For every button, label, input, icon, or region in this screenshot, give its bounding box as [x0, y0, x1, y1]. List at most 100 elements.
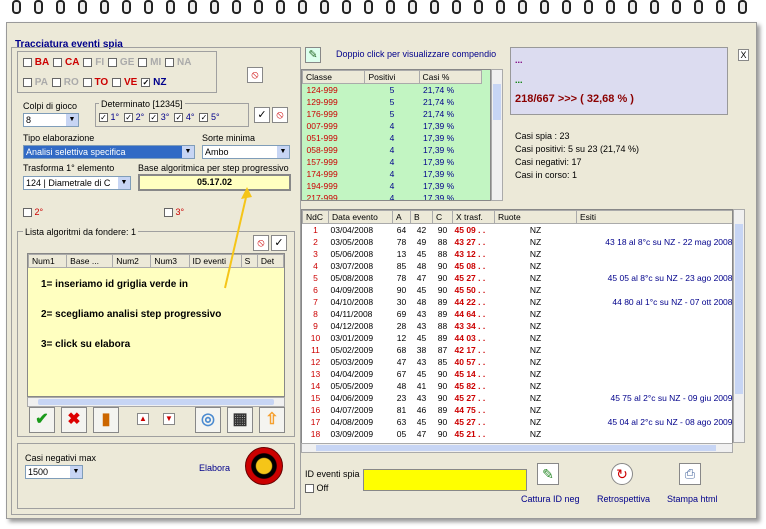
table-row[interactable]: 15 04/06/2009 23 43 90 45 27 . . NZ 45 75 al 2°… — [303, 392, 732, 404]
table-row[interactable]: 007-999 4 17,39 % — [303, 120, 482, 132]
column-header[interactable]: Num1 — [28, 254, 68, 268]
determinato-checkbox[interactable]: ✓ — [149, 113, 159, 123]
wheel-option[interactable]: TO — [82, 77, 108, 88]
determinato-option[interactable]: ✓ 1° — [99, 112, 119, 123]
table-row[interactable]: 157-999 4 17,39 % — [303, 156, 482, 168]
pencil-icon[interactable]: ✎ — [537, 463, 559, 485]
second-option[interactable]: 2° — [23, 207, 43, 218]
wheel-checkbox[interactable] — [23, 57, 32, 67]
table-row[interactable]: 18 03/09/2009 05 47 90 45 21 . . NZ — [303, 428, 733, 440]
determinato-option[interactable]: ✓ 5° — [199, 112, 220, 123]
down-small-button[interactable]: ▼ — [163, 413, 175, 425]
events-hscroll[interactable] — [301, 443, 733, 453]
up-small-button[interactable]: ▲ — [137, 413, 149, 425]
id-spia-input[interactable] — [363, 469, 527, 491]
retro-icon[interactable]: ↻ — [611, 463, 633, 485]
third-checkbox[interactable] — [164, 208, 173, 218]
scroll-thumb[interactable] — [38, 399, 274, 405]
up-arrow-button[interactable]: ⇧ — [259, 407, 285, 433]
table-row[interactable]: 194-999 4 17,39 % — [303, 180, 482, 192]
determinato-checkbox[interactable]: ✓ — [99, 113, 108, 123]
lista-scrollbar[interactable] — [27, 397, 285, 407]
table-row[interactable]: 3 05/06/2008 13 45 88 43 12 . . NZ — [303, 248, 733, 260]
clear-wheels-button[interactable]: ⦸ — [247, 67, 263, 83]
table-row[interactable]: 2 03/05/2008 78 49 88 43 27 . . NZ 43 18 al 8°c… — [303, 236, 732, 248]
off-checkbox[interactable] — [305, 484, 314, 494]
determinato-option[interactable]: ✓ 3° — [149, 112, 169, 123]
wheel-checkbox[interactable] — [53, 57, 63, 67]
base-alg-field[interactable]: 05.17.02 — [138, 174, 291, 191]
table-row[interactable]: 13 04/04/2009 67 45 90 45 14 . . NZ — [303, 368, 733, 380]
wheel-option[interactable]: GE — [108, 57, 134, 68]
wheel-option[interactable]: BA — [23, 57, 49, 68]
table-row[interactable]: 11 05/02/2009 68 38 87 42 17 . . NZ — [303, 344, 733, 356]
column-header[interactable]: Num3 — [150, 254, 190, 268]
table-row[interactable]: 5 05/08/2008 78 47 90 45 27 . . NZ 45 05 al 8°c… — [303, 272, 732, 284]
wheel-option[interactable]: VE — [112, 77, 137, 88]
column-header[interactable]: Base ... — [66, 254, 114, 268]
clear-determinato-button[interactable]: ⦸ — [272, 107, 288, 123]
check-all-button[interactable]: ✓ — [254, 107, 270, 123]
events-vscroll[interactable] — [733, 209, 745, 443]
close-button[interactable]: X — [738, 49, 749, 61]
wheel-checkbox[interactable] — [165, 57, 175, 67]
cattura-label[interactable]: Cattura ID neg — [521, 494, 580, 504]
column-header[interactable]: Esiti — [576, 210, 732, 224]
column-header[interactable]: X trasf. — [452, 210, 495, 224]
table-row[interactable]: 12 05/03/2009 47 43 85 40 57 . . NZ — [303, 356, 733, 368]
colpi-select[interactable]: 8 ▼ — [23, 113, 79, 127]
confirm-button[interactable]: ✔ — [29, 407, 55, 433]
table-row[interactable]: 14 05/05/2009 48 41 90 45 82 . . NZ — [303, 380, 733, 392]
column-header[interactable]: Casi % — [418, 70, 483, 84]
wheel-option[interactable]: NA — [165, 57, 192, 68]
tipo-select[interactable]: Analisi selettiva specifica ▼ — [23, 145, 195, 159]
table-row[interactable]: 16 04/07/2009 81 46 89 44 75 . . NZ — [303, 404, 733, 416]
wheel-option[interactable]: ✓ NZ — [141, 77, 166, 88]
compendio-icon[interactable]: ✎ — [305, 47, 321, 63]
printer-icon[interactable]: ⎙ — [679, 463, 701, 485]
wheel-checkbox[interactable] — [112, 77, 122, 87]
table-row[interactable]: 174-999 4 17,39 % — [303, 168, 482, 180]
column-header[interactable]: Positivi — [364, 70, 420, 84]
column-header[interactable]: Num2 — [112, 254, 152, 268]
determinato-option[interactable]: ✓ 4° — [174, 112, 194, 123]
scroll-thumb[interactable] — [493, 84, 501, 120]
column-header[interactable]: A — [392, 210, 411, 224]
table-row[interactable]: 10 03/01/2009 12 45 89 44 03 . . NZ — [303, 332, 733, 344]
classe-scrollbar[interactable] — [491, 69, 503, 201]
table-row[interactable]: 4 03/07/2008 85 48 90 45 08 . . NZ — [303, 260, 733, 272]
table-row[interactable]: 217-999 4 17,39 % — [303, 192, 482, 201]
confirm-list-button[interactable]: ✓ — [271, 235, 287, 251]
table-row[interactable]: 058-999 4 17,39 % — [303, 144, 482, 156]
scroll-thumb[interactable] — [316, 445, 716, 451]
elabora-button[interactable] — [245, 447, 283, 485]
wheel-option[interactable]: MI — [138, 57, 161, 68]
third-option[interactable]: 3° — [164, 207, 184, 218]
table-row[interactable]: 051-999 4 17,39 % — [303, 132, 482, 144]
table-row[interactable]: 1 03/04/2008 64 42 90 45 09 . . NZ — [303, 224, 733, 236]
wheel-checkbox[interactable] — [51, 77, 61, 87]
column-header[interactable]: Data evento — [328, 210, 393, 224]
wheel-option[interactable]: RO — [51, 77, 79, 88]
sorte-select[interactable]: Ambo ▼ — [202, 145, 290, 159]
casi-neg-select[interactable]: 1500 ▼ — [25, 465, 83, 479]
retrospettiva-label[interactable]: Retrospettiva — [597, 494, 650, 504]
table-row[interactable]: 9 04/12/2008 28 43 88 43 34 . . NZ — [303, 320, 733, 332]
determinato-checkbox[interactable]: ✓ — [174, 113, 184, 123]
scroll-thumb[interactable] — [735, 224, 743, 394]
table-row[interactable]: 17 04/08/2009 63 45 90 45 27 . . NZ 45 04 al 2°… — [303, 416, 732, 428]
save-button[interactable]: ▦ — [227, 407, 253, 433]
table-row[interactable]: 6 04/09/2008 90 45 90 45 50 . . NZ — [303, 284, 733, 296]
bucket-button[interactable]: ▮ — [93, 407, 119, 433]
column-header[interactable]: Ruote — [494, 210, 577, 224]
wheel-checkbox[interactable]: ✓ — [141, 77, 151, 87]
second-checkbox[interactable] — [23, 208, 32, 218]
column-header[interactable]: NdC — [302, 210, 329, 224]
column-header[interactable]: Det — [256, 254, 284, 268]
table-row[interactable]: 8 04/11/2008 69 43 89 44 64 . . NZ — [303, 308, 733, 320]
table-row[interactable]: 176-999 5 21,74 % — [303, 108, 482, 120]
refresh-button[interactable]: ◎ — [195, 407, 221, 433]
column-header[interactable]: Classe — [302, 70, 366, 84]
determinato-checkbox[interactable]: ✓ — [124, 113, 134, 123]
wheel-option[interactable]: CA — [53, 57, 79, 68]
